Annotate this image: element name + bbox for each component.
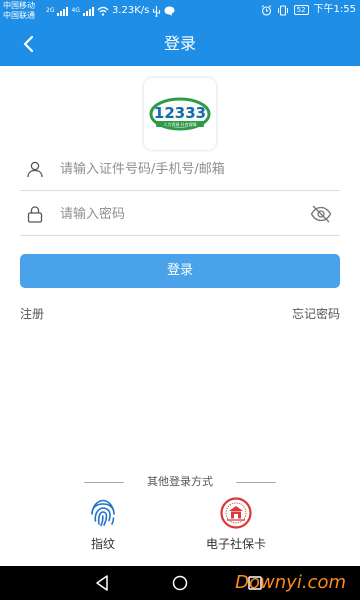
usb-icon	[153, 5, 161, 17]
network-type-2: 4G	[71, 7, 80, 14]
clock: 下午1:55	[313, 4, 356, 15]
alarm-icon	[261, 4, 271, 16]
divider-right	[236, 482, 276, 483]
wifi-icon	[97, 6, 109, 16]
circle-home-icon	[172, 575, 188, 591]
network-speed: 3.23K/s	[111, 5, 150, 16]
chat-icon	[164, 6, 175, 16]
page-title: 登录	[163, 34, 196, 53]
carrier-2: 中国联通	[3, 11, 35, 20]
other-login-heading: 其他登录方式	[84, 474, 276, 490]
watermark: Downyi.com	[235, 572, 346, 593]
app-header: 登录	[0, 22, 360, 66]
logo-text: 12333	[154, 104, 206, 122]
battery-icon: 52	[293, 5, 309, 15]
fingerprint-login-button[interactable]: 指纹	[58, 497, 148, 553]
password-input[interactable]	[60, 202, 300, 226]
carrier-1: 中国移动	[3, 1, 35, 10]
login-button[interactable]: 登录	[20, 254, 340, 288]
network-type-1: 2G	[46, 7, 55, 14]
toggle-password-visibility-button[interactable]	[310, 204, 332, 224]
lock-icon	[27, 206, 43, 223]
forgot-password-link[interactable]: 忘记密码	[292, 305, 340, 322]
nav-back-button[interactable]	[93, 573, 113, 593]
social-security-card-label: 电子社保卡	[205, 537, 266, 551]
battery-level: 52	[296, 6, 306, 14]
register-link[interactable]: 注册	[20, 305, 44, 322]
password-field	[20, 193, 340, 236]
username-input[interactable]	[60, 157, 300, 181]
status-bar: 中国移动 中国联通 2G 4G 3.23K/s 52 下午1:55	[0, 0, 360, 22]
username-field	[20, 148, 340, 191]
network-indicators: 2G 4G 3.23K/s	[46, 5, 175, 17]
fingerprint-label: 指纹	[90, 537, 115, 551]
app-logo: 12333 人力资源 社会保障	[144, 78, 216, 150]
signal-icon	[57, 6, 69, 16]
fingerprint-icon	[91, 499, 115, 527]
carrier-info: 中国移动 中国联通	[3, 1, 35, 21]
vibrate-icon	[277, 4, 288, 16]
social-security-card-icon	[220, 497, 252, 529]
eye-off-icon	[310, 205, 332, 223]
navigation-bar: Downyi.com	[0, 566, 360, 600]
status-right: 52 下午1:55	[261, 4, 356, 16]
nav-home-button[interactable]	[170, 573, 190, 593]
signal-icon	[82, 6, 94, 16]
triangle-back-icon	[96, 575, 108, 591]
logo-12333-icon: 12333 人力资源 社会保障	[149, 97, 211, 131]
social-security-card-login-button[interactable]: 电子社保卡	[191, 497, 281, 553]
logo-subtitle: 人力资源 社会保障	[163, 121, 196, 127]
user-icon	[27, 161, 43, 178]
